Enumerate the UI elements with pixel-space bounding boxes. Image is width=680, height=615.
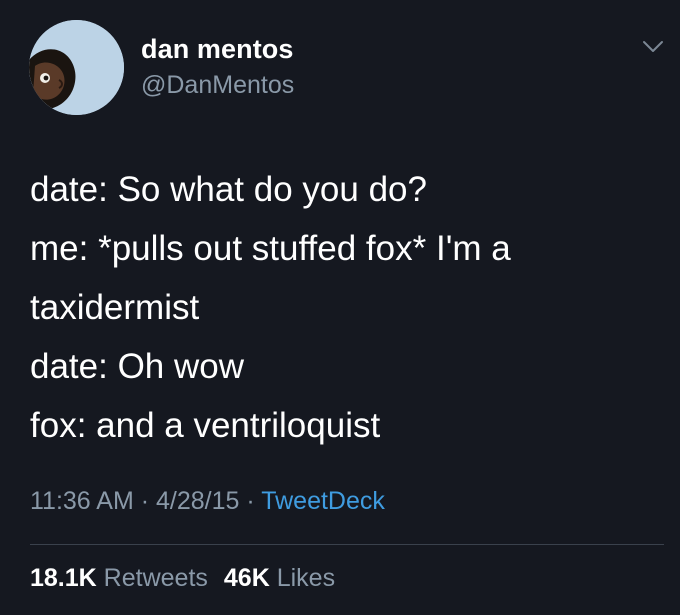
likes-label: Likes xyxy=(276,564,336,592)
retweets-count: 18.1K xyxy=(30,564,97,592)
tweet-source-link[interactable]: TweetDeck xyxy=(261,487,385,515)
tweet-line: date: Oh wow xyxy=(30,347,244,386)
tweet-line: me: *pulls out stuffed fox* I'm a xyxy=(30,229,511,268)
tweet-text: date: So what do you do? me: *pulls out … xyxy=(30,160,660,455)
retweets-stat[interactable]: 18.1K Retweets xyxy=(30,564,208,592)
tweet-line: date: So what do you do? xyxy=(30,170,427,209)
likes-stat[interactable]: 46K Likes xyxy=(224,564,335,592)
tweet-timestamp-row: 11:36 AM · 4/28/15 · TweetDeck xyxy=(30,487,385,516)
tweet-stats: 18.1K Retweets 46K Likes xyxy=(30,564,335,593)
tweet-card: dan mentos @DanMentos date: So what do y… xyxy=(0,0,680,615)
avatar[interactable] xyxy=(29,20,124,115)
avatar-image xyxy=(29,20,124,115)
chevron-down-icon[interactable] xyxy=(641,36,665,56)
tweet-line: fox: and a ventriloquist xyxy=(30,406,381,445)
divider xyxy=(30,544,664,545)
retweets-label: Retweets xyxy=(103,564,208,592)
author-display-name[interactable]: dan mentos xyxy=(141,34,294,65)
tweet-date[interactable]: 4/28/15 xyxy=(156,487,239,515)
meta-separator: · xyxy=(140,487,150,515)
likes-count: 46K xyxy=(223,564,270,592)
author-handle[interactable]: @DanMentos xyxy=(141,71,294,100)
meta-separator: · xyxy=(246,487,255,515)
tweet-line: taxidermist xyxy=(30,288,200,327)
tweet-time[interactable]: 11:36 AM xyxy=(30,487,134,515)
